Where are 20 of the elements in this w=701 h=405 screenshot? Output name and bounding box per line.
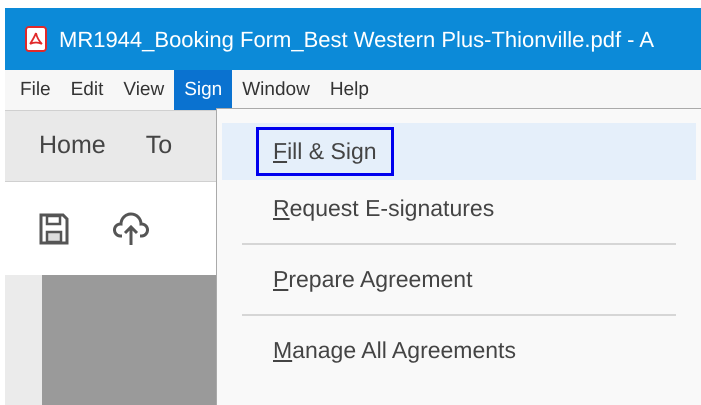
menu-option-label: Prepare Agreement <box>272 265 474 294</box>
pdf-file-icon <box>25 26 47 52</box>
window-title: MR1944_Booking Form_Best Western Plus-Thionville.pdf - A <box>59 26 654 54</box>
cloud-upload-icon[interactable] <box>113 212 149 246</box>
menu-item[interactable]: Window <box>232 70 320 110</box>
save-icon[interactable] <box>39 212 69 244</box>
menu-option[interactable]: Fill & Sign <box>222 123 696 180</box>
menu-option-label: Fill & Sign <box>256 127 394 176</box>
menu-option-label: Manage All Agreements <box>272 336 517 366</box>
menu-item[interactable]: View <box>113 70 174 110</box>
menu-option[interactable]: Manage All Agreements <box>222 322 696 379</box>
tab[interactable]: To <box>146 127 172 165</box>
tab[interactable]: Home <box>39 127 106 165</box>
menu-option-label: Request E-signatures <box>272 194 496 224</box>
menu-item[interactable]: Edit <box>60 70 114 110</box>
menu-item[interactable]: Sign <box>174 70 232 110</box>
menu-item[interactable]: File <box>10 70 61 110</box>
menu-option[interactable]: Request E-signatures <box>222 180 696 237</box>
menu-item[interactable]: Help <box>320 70 379 110</box>
menu-option[interactable]: Prepare Agreement <box>222 251 696 308</box>
